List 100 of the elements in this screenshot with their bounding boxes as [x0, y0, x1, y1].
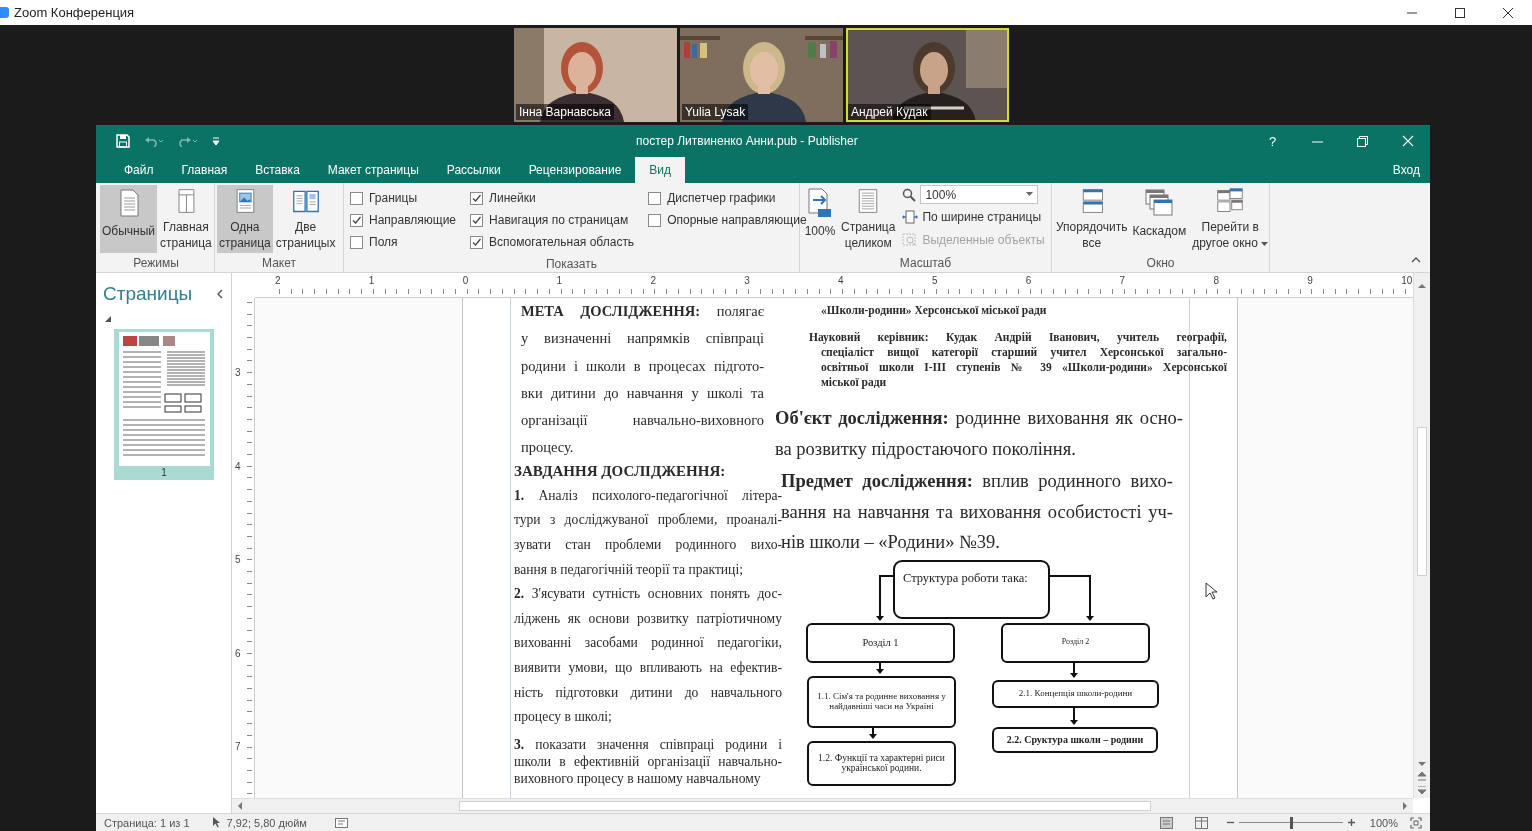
flowchart-node: Розділ 2 — [1001, 622, 1150, 663]
ribbon-tab[interactable]: Рассылки — [432, 157, 515, 183]
heading: ЗАВДАННЯ ДОСЛІДЖЕННЯ: — [514, 461, 727, 480]
ribbon-button[interactable]: Перейти в другое окно — [1189, 185, 1272, 253]
checkbox[interactable]: Линейки — [470, 187, 635, 209]
checkbox[interactable]: Опорные направляющие — [648, 209, 807, 231]
ruler-number: 6 — [234, 647, 242, 661]
ruler-number: 7 — [234, 741, 242, 755]
ruler-number: 3 — [744, 274, 751, 288]
participant-name: Yulia Lysak — [682, 104, 749, 120]
help-button[interactable]: ? — [1250, 125, 1295, 157]
ruler-number: 1 — [556, 274, 564, 288]
flowchart-node: 2.2. Сруктура школи – родини — [992, 726, 1158, 753]
paragraph: Предмет дослідження: вплив родинного вихо- вання на навчання та виховання особистості уч- нів школи – «Родини» №39. — [781, 470, 1173, 554]
ribbon-button[interactable]: Две страницых — [273, 185, 338, 253]
checkbox[interactable]: Вспомогательная область — [470, 231, 635, 253]
ruler-number: 4 — [838, 274, 845, 288]
ribbon-button[interactable]: Главная страница — [158, 185, 214, 253]
restore-icon[interactable] — [1357, 135, 1368, 147]
checkbox[interactable]: Диспетчер графики — [648, 187, 807, 209]
scroll-thumb[interactable] — [1417, 427, 1427, 576]
ribbon-button[interactable]: Упорядочить все — [1054, 185, 1130, 253]
flowchart-node: Розділ 1 — [806, 622, 955, 663]
checkbox[interactable]: Навигация по страницам — [470, 209, 635, 231]
previous-page-icon[interactable] — [1418, 772, 1426, 781]
connector-arrow — [876, 574, 894, 621]
participant-name: Андрей Кудак — [848, 104, 931, 120]
checkmark-icon — [471, 214, 483, 226]
fit-to-window-icon[interactable] — [1410, 816, 1422, 829]
ruler-number: 2 — [275, 274, 282, 288]
caret-icon — [1261, 242, 1269, 247]
ribbon-tab[interactable]: Файл — [110, 157, 168, 183]
ruler-number: 8 — [1213, 274, 1220, 288]
maximize-icon[interactable] — [1454, 6, 1466, 19]
plus-icon[interactable] — [1346, 818, 1356, 827]
ruler-number: 9 — [1307, 274, 1314, 288]
paragraph: Об'єкт дослідження: родинне виховання як осно- ва розвитку підростаючого покоління. — [775, 407, 1183, 461]
ruler-number: 3 — [234, 367, 242, 380]
chevron-left-icon[interactable] — [216, 289, 223, 299]
redo-icon[interactable] — [178, 135, 198, 147]
dropdown-icon — [1026, 192, 1034, 197]
save-icon[interactable] — [116, 134, 130, 148]
zoom-app-icon — [0, 7, 9, 18]
checkbox[interactable]: Поля — [350, 231, 457, 253]
ruler-number: 4 — [234, 460, 242, 474]
scroll-right-icon[interactable] — [1402, 802, 1408, 810]
page-thumbnail[interactable]: 1 — [114, 329, 214, 480]
ribbon-tab[interactable]: Макет страницы — [313, 157, 433, 183]
ruler-number: 5 — [931, 274, 939, 288]
triangle-icon[interactable] — [105, 316, 111, 322]
scroll-thumb[interactable] — [459, 801, 1151, 811]
ribbon-tab[interactable]: Главная — [167, 157, 242, 183]
slider-thumb[interactable] — [1289, 816, 1293, 829]
window-title: постер Литвиненко Анни.pub - Publisher — [636, 134, 859, 148]
ribbon-tab[interactable]: Вставка — [241, 157, 314, 183]
scroll-down-icon[interactable] — [1418, 761, 1426, 767]
group-label: Режимы — [132, 255, 180, 272]
customize-icon[interactable] — [212, 136, 220, 146]
checkbox[interactable]: Границы — [350, 187, 457, 209]
list-item: 1. Аналіз психолого-педагогічної літера- тури з досліджуваної проблеми, проаналі- зувати стан проблеми родинного вихо- вання в педагогічній теорії та практиці; — [514, 487, 782, 579]
checkmark-icon — [471, 236, 483, 248]
list-item: 3. показати значення співпраці родини і школи в ефективній організації навчально- виховного процесу в нашому навчальному — [514, 735, 782, 787]
flowchart-node: Структура роботи така: — [893, 559, 1050, 619]
page-number: 1 — [161, 466, 167, 480]
connector-arrow — [1049, 574, 1094, 621]
sign-in-link[interactable]: Вход — [1392, 163, 1420, 177]
group-label: Масштаб — [898, 255, 953, 272]
cascade-windows-icon — [1143, 187, 1176, 219]
paragraph: Науковий керівник: Кудак Андрій Іванович, учитель географії, спеціаліст вищої категорії старший учител Херсонської загально- освітньої школи І-ІІІ ступенів № 39 «Школи-родини» Херсонської міської ради — [809, 330, 1227, 390]
checkmark-icon — [471, 192, 483, 204]
list-item: 2. З'ясувати сутність основних понять дос- ліджень як основи розвитку патріотичному вихованні засобами родинної педагогіки, виявити умови, що впливають на ефектив- ність підготовки дитини до навчального процесу в школі; — [514, 585, 782, 727]
next-page-icon[interactable] — [1418, 786, 1426, 795]
normal-view-icon[interactable] — [1159, 816, 1173, 829]
macro-icon[interactable] — [334, 817, 348, 828]
collapse-icon[interactable] — [1411, 257, 1421, 263]
group-label: Макет — [261, 255, 297, 272]
window-title: Zoom Конференция — [14, 5, 136, 20]
zoom-selection-icon — [902, 233, 919, 247]
ruler-number: 5 — [234, 554, 242, 568]
cursor-icon — [211, 817, 220, 828]
status-text: Страница: 1 из 1 — [104, 816, 190, 829]
ribbon-tab[interactable]: Рецензирование — [514, 157, 636, 183]
ruler-number: 2 — [650, 274, 657, 288]
close-icon[interactable] — [1502, 6, 1514, 19]
ribbon-button[interactable]: Одна страница — [217, 185, 273, 253]
ribbon-button[interactable]: Страница целиком — [839, 185, 898, 253]
ruler-number: 7 — [1119, 274, 1127, 288]
undo-icon[interactable] — [144, 135, 164, 147]
ribbon-button[interactable]: Каскадом — [1130, 185, 1189, 253]
master-view-icon[interactable] — [1194, 816, 1208, 829]
ribbon-button[interactable]: Обычный — [100, 185, 158, 253]
paragraph: МЕТА ДОСЛІДЖЕННЯ: полягає у визначенні напрямків співпраці родини і школи в процесах підгото- вки дитини до навчання у школі та організації навчально-виховного процесу. — [521, 302, 764, 458]
ribbon-button[interactable]: По ширине страницы — [902, 207, 1045, 227]
magnifier-icon — [902, 187, 917, 202]
scroll-left-icon[interactable] — [237, 802, 243, 810]
zoom-field[interactable]: 100% — [920, 185, 1039, 204]
ribbon-tab[interactable]: Вид — [635, 157, 686, 183]
checkbox[interactable]: Направляющие — [350, 209, 457, 231]
scroll-up-icon[interactable] — [1418, 283, 1426, 289]
group-label: Показать — [545, 256, 598, 273]
